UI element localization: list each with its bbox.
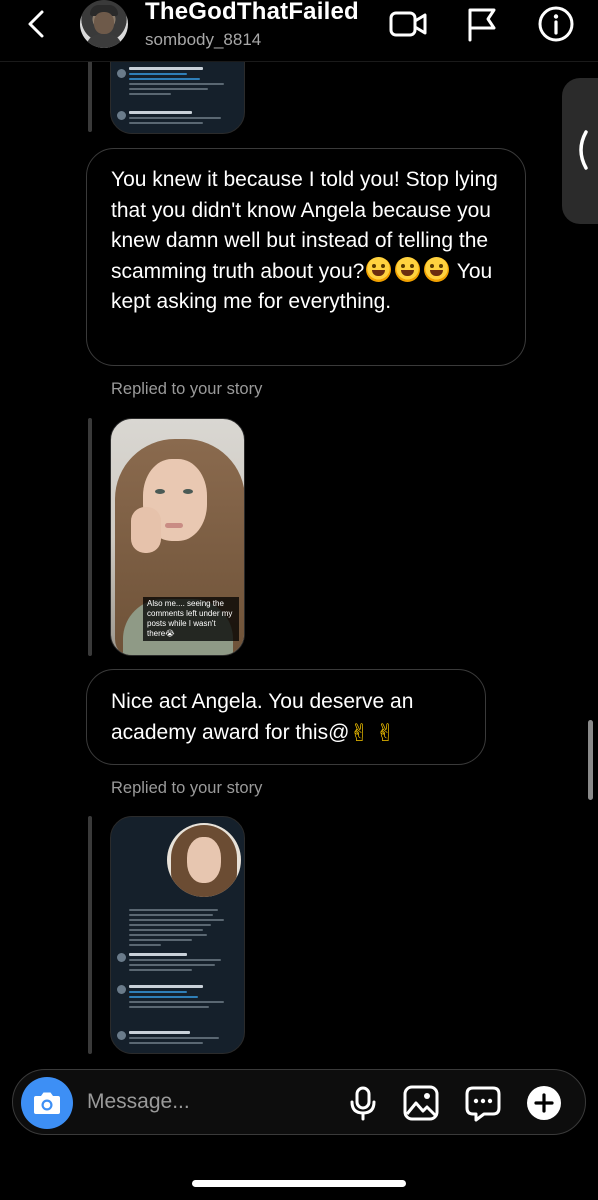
chat-title[interactable]: TheGodThatFailed (145, 0, 359, 26)
story-thumbnail[interactable]: Also me.... seeing the comments left und… (110, 418, 245, 656)
chevron-left-icon (579, 130, 588, 170)
grinning-sweat-emoji-icon (366, 256, 392, 282)
victory-hand-emoji-icon: ✌ (349, 719, 370, 747)
side-drawer-handle[interactable] (562, 78, 598, 224)
victory-hand-emoji-icon: ✌ (375, 719, 396, 747)
scrollbar-thumb[interactable] (588, 720, 593, 800)
story-caption: Also me.... seeing the comments left und… (143, 597, 239, 641)
grinning-sweat-emoji-icon (424, 256, 450, 282)
reply-thread-line (88, 816, 92, 1054)
reply-thread-line (88, 418, 92, 656)
message-bubble[interactable]: Nice act Angela. You deserve an academy … (86, 669, 486, 765)
camera-icon[interactable] (21, 1077, 73, 1129)
message-input[interactable] (87, 1086, 337, 1118)
home-indicator[interactable] (192, 1180, 406, 1187)
chat-bubble-dots-icon[interactable] (464, 1084, 502, 1122)
flag-icon[interactable] (462, 4, 502, 44)
rolling-laughing-emoji-icon (395, 256, 421, 282)
chat-header: TheGodThatFailed sombody_8814 (0, 0, 598, 62)
message-composer (12, 1069, 586, 1135)
replied-to-story-label: Replied to your story (111, 779, 263, 797)
chat-username[interactable]: sombody_8814 (145, 30, 261, 50)
back-chevron-icon[interactable] (20, 6, 56, 42)
story-thumbnail[interactable] (110, 816, 245, 1054)
replied-to-story-label: Replied to your story (111, 380, 263, 398)
info-icon[interactable] (536, 4, 576, 44)
avatar[interactable] (80, 0, 128, 48)
image-icon[interactable] (402, 1084, 440, 1122)
video-camera-icon[interactable] (388, 4, 428, 44)
plus-circle-icon[interactable] (525, 1084, 563, 1122)
microphone-icon[interactable] (344, 1084, 382, 1122)
reply-thread-line (88, 60, 92, 132)
message-bubble[interactable]: You knew it because I told you! Stop lyi… (86, 148, 526, 366)
